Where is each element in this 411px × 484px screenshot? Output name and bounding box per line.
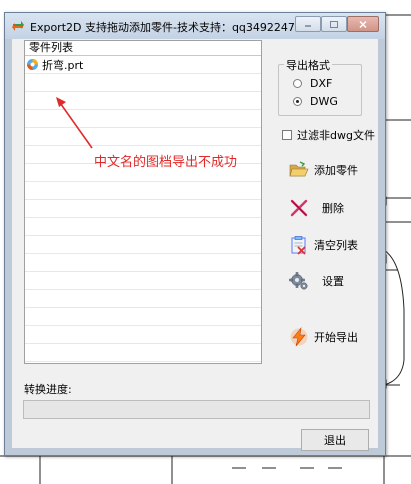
delete-button[interactable]: 删除: [289, 198, 344, 218]
minimize-button[interactable]: [295, 16, 321, 32]
maximize-icon: [330, 20, 338, 28]
delete-x-icon: [290, 199, 308, 217]
radio-dxf-circle[interactable]: [293, 79, 302, 88]
radio-dwg-label: DWG: [310, 95, 338, 108]
lightning-icon: [290, 327, 308, 347]
part-list-header[interactable]: 零件列表: [25, 41, 261, 56]
dialog-body: 零件列表 折弯.prt 中文名的图档导出不成功 导出格式 DXF DWG 过滤非…: [12, 39, 378, 451]
part-file-icon: [27, 59, 38, 70]
folder-open-icon: [289, 161, 309, 177]
add-part-button[interactable]: 添加零件: [289, 160, 358, 180]
gear-icon: [289, 272, 308, 290]
progress-bar: [23, 400, 370, 419]
start-export-button[interactable]: 开始导出: [289, 327, 358, 347]
maximize-button[interactable]: [321, 16, 347, 32]
part-list[interactable]: 零件列表 折弯.prt: [24, 40, 262, 364]
clear-list-button[interactable]: 清空列表: [289, 235, 358, 255]
exit-button-label: 退出: [324, 434, 346, 447]
clear-list-label: 清空列表: [314, 239, 358, 252]
settings-label: 设置: [322, 275, 344, 288]
export-format-title: 导出格式: [284, 57, 332, 73]
add-part-label: 添加零件: [314, 164, 358, 177]
app-icon: [12, 21, 24, 31]
progress-label: 转换进度:: [24, 383, 72, 396]
annotation-arrow: [56, 97, 93, 149]
close-icon: [359, 20, 367, 28]
radio-dwg-circle[interactable]: [293, 97, 302, 106]
radio-dxf[interactable]: DXF: [293, 77, 332, 90]
export-format-group: 导出格式 DXF DWG: [278, 57, 362, 116]
radio-dwg[interactable]: DWG: [293, 95, 338, 108]
filter-checkbox-label: 过滤非dwg文件: [297, 129, 375, 142]
radio-dxf-label: DXF: [310, 77, 333, 90]
title-bar[interactable]: Export2D 支持拖动添加零件-技术支持：qq349224778: [5, 13, 385, 39]
part-file-name: 折弯.prt: [42, 58, 84, 72]
annotation-text: 中文名的图档导出不成功: [94, 155, 238, 170]
settings-button[interactable]: 设置: [289, 271, 344, 291]
delete-label: 删除: [322, 202, 344, 215]
window-title: Export2D 支持拖动添加零件-技术支持：qq349224778: [30, 21, 309, 34]
filter-checkbox-row[interactable]: 过滤非dwg文件: [282, 127, 375, 143]
start-export-label: 开始导出: [314, 331, 358, 344]
clear-list-icon: [291, 236, 306, 255]
minimize-icon: [305, 25, 311, 27]
filter-checkbox[interactable]: [282, 130, 292, 140]
close-button[interactable]: [347, 16, 379, 32]
list-item[interactable]: 折弯.prt: [26, 56, 83, 73]
exit-button[interactable]: 退出: [301, 429, 369, 451]
export2d-window: Export2D 支持拖动添加零件-技术支持：qq349224778 零件列表 …: [4, 12, 386, 456]
